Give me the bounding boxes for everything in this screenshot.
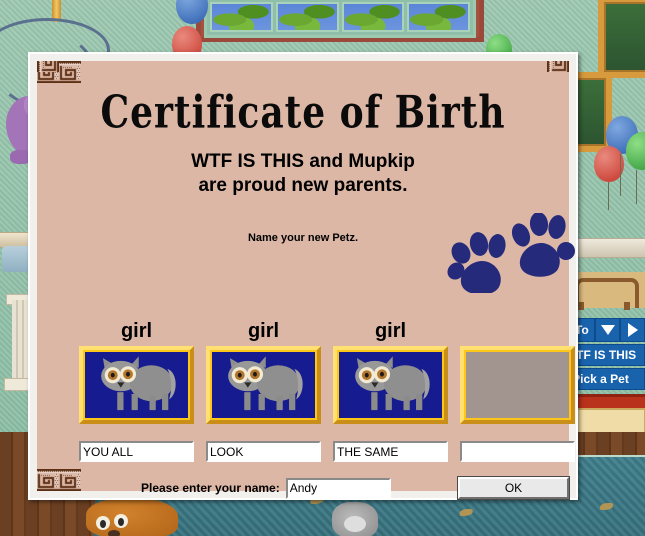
grey-kitten-icon (101, 356, 176, 411)
cat-grey-face (344, 516, 366, 532)
window-pane (275, 2, 339, 32)
petz-column (460, 319, 575, 424)
play-arrow-icon[interactable] (620, 318, 645, 342)
pet-gender-label: girl (247, 320, 280, 342)
balloon-string (636, 170, 637, 204)
pet-portrait-empty (466, 352, 569, 418)
pet-card[interactable] (333, 346, 448, 424)
paw-prints (437, 212, 577, 295)
petz-column: girl (333, 319, 448, 424)
pet-name-input-4[interactable] (460, 441, 575, 462)
petz-column: girl (79, 319, 194, 424)
greek-key-border-left (37, 61, 59, 72)
picture-frame (598, 0, 645, 78)
greek-key-border-right (547, 61, 569, 72)
pet-card[interactable] (206, 346, 321, 424)
ok-button[interactable]: OK (458, 477, 569, 499)
owner-name-input[interactable] (285, 477, 391, 499)
balloon-string (620, 154, 621, 196)
page-title: Certificate of Birth (100, 86, 506, 139)
pet-gender-label: girl (120, 320, 153, 342)
pet-portrait (212, 352, 315, 418)
pet-gender-label: girl (374, 320, 407, 342)
parents-line-2: are proud new parents. (198, 175, 408, 196)
owner-name-row: Please enter your name: OK (79, 475, 569, 501)
window-pane (407, 2, 470, 32)
pet-portrait (85, 352, 188, 418)
pet-name-inputs (79, 441, 575, 462)
certificate-border: Certificate of Birth WTF IS THIS and Mup… (37, 61, 575, 499)
petz-column: girl (206, 319, 321, 424)
owner-name-label: Please enter your name: (141, 481, 280, 495)
pet-gender-label (460, 319, 575, 343)
pet-bench-leg (578, 302, 584, 310)
window-panes (204, 0, 476, 38)
grey-kitten-icon (228, 356, 303, 411)
balloon-string (608, 182, 609, 210)
certificate-of-birth-dialog: Certificate of Birth WTF IS THIS and Mup… (28, 52, 578, 500)
pet-bench-leg (624, 302, 630, 310)
grey-kitten-icon (355, 356, 430, 411)
paw-print-icon (447, 212, 575, 295)
pet-card[interactable] (79, 346, 194, 424)
window-pane (210, 2, 273, 32)
parents-text: WTF IS THIS and Mupkip are proud new par… (59, 150, 547, 198)
pet-name-input-3[interactable] (333, 441, 448, 462)
cat-orange-nose (108, 530, 120, 536)
greek-key-border-bottom (37, 469, 81, 491)
cat-orange-pupil (100, 520, 106, 528)
certificate-body: Certificate of Birth WTF IS THIS and Mup… (59, 83, 575, 499)
pet-name-input-1[interactable] (79, 441, 194, 462)
parents-line-1: WTF IS THIS and Mupkip (191, 151, 415, 172)
cat-orange-pupil (118, 518, 124, 526)
pet-card-empty[interactable] (460, 346, 575, 424)
window-pane (341, 2, 405, 32)
pet-portrait (339, 352, 442, 418)
petz-card-row: girl girl girl (79, 319, 575, 424)
pet-name-input-2[interactable] (206, 441, 321, 462)
chevron-down-icon[interactable] (595, 318, 620, 342)
